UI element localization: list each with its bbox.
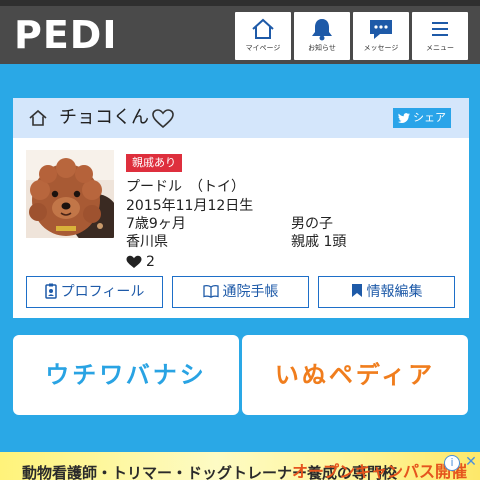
- nav-menu-label: メニュー: [426, 44, 454, 52]
- pet-relatives-count[interactable]: 親戚 1頭: [291, 233, 346, 251]
- clinic-notebook-button[interactable]: 通院手帳: [172, 276, 309, 308]
- status-strip: [0, 0, 480, 6]
- heart-outline-icon[interactable]: [151, 108, 175, 129]
- pet-name: チョコくん: [59, 107, 149, 128]
- clinic-notebook-label: 通院手帳: [222, 284, 279, 300]
- nav-messages-button[interactable]: メッセージ: [353, 12, 409, 60]
- pet-card: チョコくん シェア 親戚あり プードル （トイ） 2015年11月12日生 7歳…: [13, 98, 469, 318]
- twitter-icon: [398, 113, 410, 123]
- ad-info-icon[interactable]: i: [444, 455, 460, 471]
- share-label: シェア: [413, 111, 446, 124]
- profile-button-label: プロフィール: [60, 284, 145, 300]
- pet-card-header: チョコくん シェア: [13, 98, 469, 138]
- ad-close-icon[interactable]: ✕: [463, 454, 479, 470]
- profile-button[interactable]: プロフィール: [26, 276, 163, 308]
- edit-info-button[interactable]: 情報編集: [318, 276, 455, 308]
- nav-notifications-button[interactable]: お知らせ: [294, 12, 350, 60]
- menu-icon: [432, 22, 448, 36]
- inupedia-label: いぬペディア: [274, 361, 436, 389]
- home-icon: [29, 109, 47, 126]
- inupedia-banner[interactable]: いぬペディア: [242, 335, 468, 415]
- heart-filled-icon: [126, 255, 142, 268]
- nav-mypage-button[interactable]: マイページ: [235, 12, 291, 60]
- nav-menu-button[interactable]: メニュー: [412, 12, 468, 60]
- pet-birthday: 2015年11月12日生: [126, 198, 254, 214]
- pet-breed: プードル （トイ）: [126, 179, 245, 195]
- top-bar: PEDI マイページ お知らせ メッセージ メニュー: [0, 0, 480, 64]
- pet-photo[interactable]: [26, 150, 114, 238]
- pet-prefecture: 香川県: [126, 234, 168, 250]
- ad-right-text: オープンキャンパス開催: [292, 462, 468, 480]
- relatives-badge: 親戚あり: [126, 154, 182, 172]
- pet-sex: 男の子: [291, 216, 333, 232]
- nav-mypage-label: マイページ: [245, 44, 281, 52]
- pet-likes-count: 2: [146, 254, 155, 270]
- message-icon: [370, 20, 392, 39]
- app-logo[interactable]: PEDI: [14, 13, 118, 57]
- nav-messages-label: メッセージ: [363, 44, 399, 52]
- edit-info-label: 情報編集: [366, 284, 423, 300]
- ad-banner[interactable]: 動物看護師・トリマー・ドッグトレーナー養成の専門校 オープンキャンパス開催 i …: [0, 452, 480, 480]
- pet-age: 7歳9ヶ月: [126, 216, 186, 232]
- bell-icon: [312, 19, 332, 41]
- book-icon: [202, 284, 219, 298]
- share-button[interactable]: シェア: [393, 108, 451, 128]
- bookmark-icon: [351, 284, 362, 297]
- uchiwabanashi-label: ウチワバナシ: [45, 361, 207, 389]
- home-icon: [252, 18, 274, 39]
- profile-icon: [44, 283, 57, 299]
- uchiwabanashi-banner[interactable]: ウチワバナシ: [13, 335, 239, 415]
- nav-notifications-label: お知らせ: [308, 44, 336, 52]
